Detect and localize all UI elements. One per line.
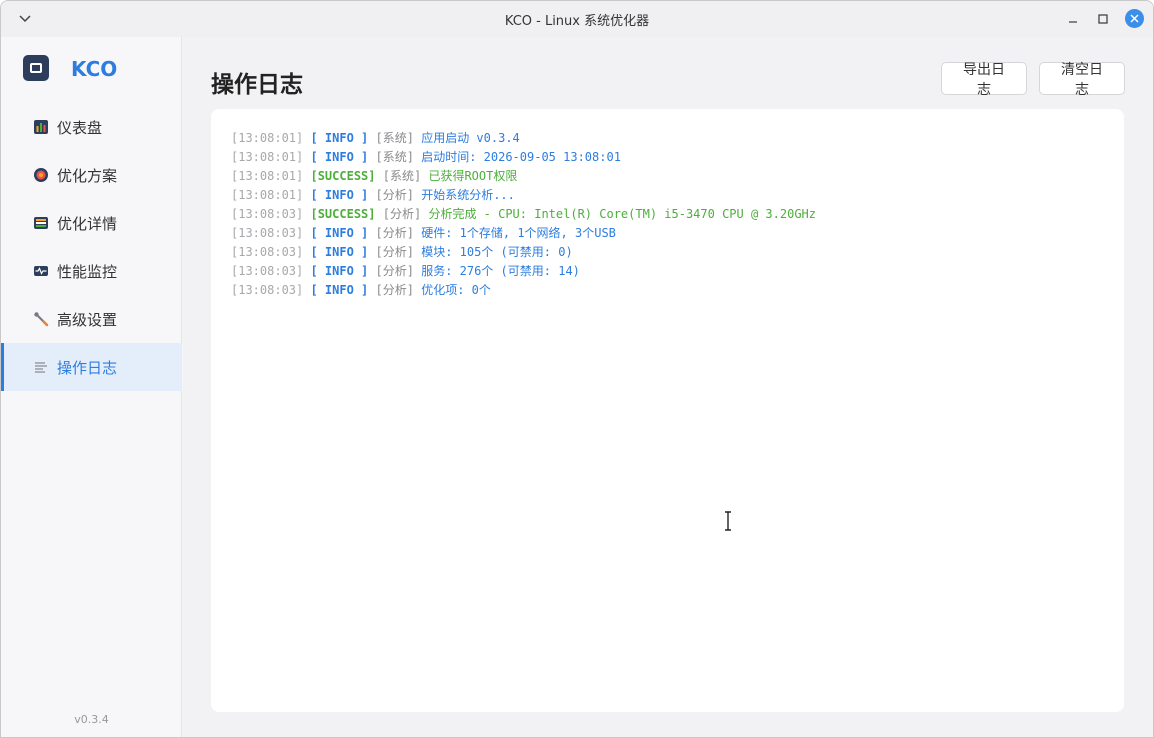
close-button[interactable] (1125, 9, 1144, 28)
app-window: KCO - Linux 系统优化器 KCO 仪表盘 优化方案 优化详情 性能监控… (0, 0, 1154, 738)
log-category: [系统] (375, 131, 414, 145)
log-category: [分析] (382, 207, 422, 221)
sidebar-item-monitor[interactable]: 性能监控 (1, 247, 182, 295)
window-title: KCO - Linux 系统优化器 (504, 13, 650, 29)
sidebar-item-label: 优化方案 (57, 166, 118, 185)
sidebar-item-advanced[interactable]: 高级设置 (1, 295, 182, 343)
list-icon (33, 215, 49, 231)
log-level: [ INFO ] (310, 226, 369, 240)
sidebar-item-details[interactable]: 优化详情 (1, 199, 182, 247)
close-icon (1130, 14, 1139, 23)
minimize-button[interactable] (1063, 9, 1083, 29)
sidebar-item-label: 优化详情 (57, 214, 118, 233)
log-level: [ INFO ] (310, 245, 369, 259)
log-level: [SUCCESS] (310, 207, 376, 221)
log-time: [13:08:01] (231, 188, 304, 202)
log-level: [ INFO ] (310, 188, 369, 202)
log-message: 优化项: 0个 (421, 283, 491, 297)
app-version: v0.3.4 (74, 713, 109, 726)
sidebar-nav: 仪表盘 优化方案 优化详情 性能监控 高级设置 操作日志 (1, 103, 182, 391)
monitor-icon (33, 263, 49, 279)
log-time: [13:08:03] (231, 264, 304, 278)
wrench-icon (33, 311, 49, 327)
log-time: [13:08:01] (231, 169, 304, 183)
log-time: [13:08:03] (231, 245, 304, 259)
brand: KCO (23, 55, 117, 81)
log-line: [13:08:01] [SUCCESS] [系统] 已获得ROOT权限 (231, 167, 1104, 186)
sidebar-item-label: 高级设置 (57, 310, 118, 329)
text-cursor-icon (725, 511, 731, 531)
log-message: 分析完成 - CPU: Intel(R) Core(TM) i5-3470 CP… (428, 207, 816, 221)
brand-name: KCO (71, 57, 118, 81)
log-category: [分析] (375, 283, 414, 297)
log-level: [SUCCESS] (310, 169, 376, 183)
log-category: [分析] (375, 188, 414, 202)
log-line: [13:08:03] [SUCCESS] [分析] 分析完成 - CPU: In… (231, 205, 1104, 224)
log-message: 模块: 105个 (可禁用: 0) (421, 245, 573, 259)
clear-logs-button[interactable]: 清空日志 (1039, 61, 1125, 97)
log-category: [分析] (375, 245, 414, 259)
log-line: [13:08:03] [ INFO ] [分析] 服务: 276个 (可禁用: … (231, 262, 1104, 281)
main-content: 操作日志 导出日志 清空日志 [13:08:01] [ INFO ] [系统] … (183, 37, 1153, 737)
log-message: 应用启动 v0.3.4 (421, 131, 520, 145)
log-message: 已获得ROOT权限 (428, 169, 518, 183)
title-bar: KCO - Linux 系统优化器 (1, 1, 1153, 37)
sidebar-item-label: 操作日志 (57, 358, 118, 377)
sidebar-item-dashboard[interactable]: 仪表盘 (1, 103, 182, 151)
sidebar-item-label: 性能监控 (57, 262, 118, 281)
log-category: [系统] (375, 150, 414, 164)
log-level: [ INFO ] (310, 150, 369, 164)
log-time: [13:08:03] (231, 226, 304, 240)
log-message: 服务: 276个 (可禁用: 14) (421, 264, 580, 278)
export-logs-button[interactable]: 导出日志 (941, 61, 1027, 97)
log-time: [13:08:03] (231, 207, 304, 221)
window-menu-button[interactable] (15, 9, 35, 29)
log-category: [分析] (375, 226, 414, 240)
maximize-button[interactable] (1093, 9, 1113, 29)
log-level: [ INFO ] (310, 264, 369, 278)
log-line: [13:08:01] [ INFO ] [系统] 应用启动 v0.3.4 (231, 129, 1104, 148)
dashboard-icon (33, 119, 49, 135)
log-level: [ INFO ] (310, 283, 369, 297)
target-icon (33, 167, 49, 183)
chevron-down-icon (19, 15, 31, 23)
log-level: [ INFO ] (310, 131, 369, 145)
sidebar-item-plans[interactable]: 优化方案 (1, 151, 182, 199)
log-message: 开始系统分析... (421, 188, 515, 202)
log-category: [分析] (375, 264, 414, 278)
log-line: [13:08:03] [ INFO ] [分析] 优化项: 0个 (231, 281, 1104, 300)
maximize-icon (1098, 14, 1108, 24)
log-time: [13:08:03] (231, 283, 304, 297)
log-line: [13:08:01] [ INFO ] [系统] 启动时间: 2026-09-0… (231, 148, 1104, 167)
app-logo-icon (23, 55, 49, 81)
log-icon (33, 359, 49, 375)
log-message: 硬件: 1个存储, 1个网络, 3个USB (421, 226, 616, 240)
log-line: [13:08:03] [ INFO ] [分析] 硬件: 1个存储, 1个网络,… (231, 224, 1104, 243)
log-message: 启动时间: 2026-09-05 13:08:01 (421, 150, 621, 164)
log-category: [系统] (382, 169, 422, 183)
log-line: [13:08:01] [ INFO ] [分析] 开始系统分析... (231, 186, 1104, 205)
log-line: [13:08:03] [ INFO ] [分析] 模块: 105个 (可禁用: … (231, 243, 1104, 262)
log-time: [13:08:01] (231, 150, 304, 164)
minimize-icon (1069, 21, 1077, 23)
log-panel[interactable]: [13:08:01] [ INFO ] [系统] 应用启动 v0.3.4 [13… (211, 109, 1124, 712)
page-title: 操作日志 (211, 72, 303, 98)
sidebar: KCO 仪表盘 优化方案 优化详情 性能监控 高级设置 操作日志 v0.3.4 (1, 37, 182, 737)
log-time: [13:08:01] (231, 131, 304, 145)
sidebar-item-label: 仪表盘 (57, 118, 103, 137)
sidebar-item-logs[interactable]: 操作日志 (1, 343, 182, 391)
